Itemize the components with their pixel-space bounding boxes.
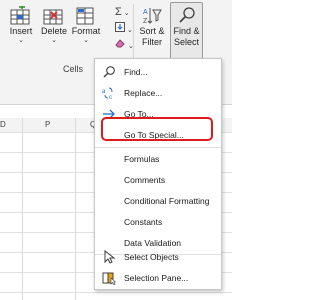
fill-down-icon — [115, 22, 125, 32]
selection-pane-icon — [102, 272, 116, 285]
menu-item-label: Conditional Formatting — [124, 196, 210, 206]
chevron-down-icon: ⌄ — [83, 37, 89, 44]
fill-button[interactable]: ⌄ — [115, 22, 133, 37]
menu-item-label: Formulas — [124, 154, 160, 164]
replace-icon: a c — [102, 87, 113, 100]
insert-cells-button[interactable]: Insert ⌄ — [6, 6, 36, 45]
sort-label-line2: Filter — [142, 37, 162, 47]
menu-item-select-objects[interactable]: Select Objects — [95, 247, 221, 267]
gridline — [0, 292, 232, 293]
svg-text:Z: Z — [143, 18, 148, 25]
sigma-icon: Σ — [115, 6, 122, 18]
insert-cells-icon — [10, 6, 30, 25]
format-label: Format — [71, 26, 101, 36]
find-label-line1: Find & — [173, 26, 200, 36]
column-header-d[interactable]: D — [0, 120, 6, 129]
menu-item-label: Select Objects — [124, 252, 179, 262]
search-icon — [103, 66, 115, 78]
menu-item-label: Selection Pane... — [124, 273, 189, 283]
format-cells-icon — [76, 7, 94, 25]
cells-group-label: Cells — [62, 64, 83, 74]
column-header-p[interactable]: P — [45, 120, 50, 129]
menu-item-label: Find... — [124, 67, 148, 77]
menu-item-label: Replace... — [124, 88, 163, 98]
find-label-line2: Select — [173, 37, 199, 47]
chevron-down-icon: ⌄ — [18, 37, 24, 44]
delete-cells-button[interactable]: Delete ⌄ — [38, 6, 70, 45]
svg-text:a: a — [102, 89, 106, 95]
chevron-down-icon: ⌄ — [121, 10, 130, 17]
format-cells-button[interactable]: Format ⌄ — [70, 6, 102, 45]
delete-label: Delete — [40, 26, 67, 36]
delete-cells-icon — [43, 9, 63, 25]
menu-item-selection-pane[interactable]: Selection Pane... — [95, 268, 221, 288]
menu-separator — [95, 147, 221, 148]
menu-item-constants[interactable]: Constants — [95, 212, 221, 232]
menu-item-label: Comments — [124, 175, 166, 185]
svg-text:A: A — [143, 9, 148, 16]
chevron-down-icon: ⌄ — [126, 43, 134, 50]
search-icon — [178, 7, 195, 23]
sort-label-line1: Sort & — [139, 26, 165, 36]
sort-filter-icon: A Z — [143, 8, 162, 25]
clear-button[interactable]: ⌄ — [115, 38, 134, 53]
find-select-content[interactable]: Find & Select — [170, 6, 203, 48]
menu-item-conditional-formatting[interactable]: Conditional Formatting — [95, 191, 221, 211]
chevron-down-icon: ⌄ — [51, 37, 57, 44]
highlight-box — [101, 117, 213, 141]
svg-text:c: c — [109, 95, 112, 100]
autosum-button[interactable]: Σ ⌄ — [115, 6, 130, 20]
sort-filter-button[interactable]: A Z Sort & Filter — [137, 6, 167, 48]
menu-item-comments[interactable]: Comments — [95, 170, 221, 190]
chevron-down-icon: ⌄ — [125, 27, 133, 34]
eraser-icon — [115, 39, 125, 48]
insert-label: Insert — [9, 26, 33, 36]
menu-item-replace[interactable]: a c Replace... — [95, 83, 221, 103]
pointer-icon — [104, 250, 116, 264]
menu-item-formulas[interactable]: Formulas — [95, 149, 221, 169]
find-select-menu: Find... a c Replace... Go To... Go To Sp… — [94, 58, 222, 290]
menu-item-find[interactable]: Find... — [95, 62, 221, 82]
menu-item-label: Constants — [124, 217, 163, 227]
